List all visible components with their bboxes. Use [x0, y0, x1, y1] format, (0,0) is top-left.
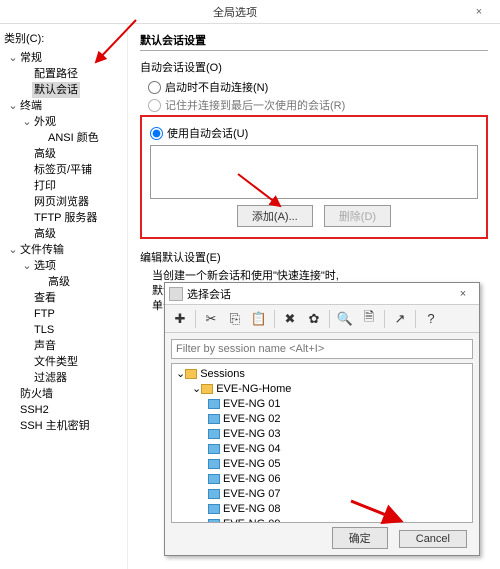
session-icon: [208, 474, 220, 484]
session-item[interactable]: EVE-NG 02: [174, 411, 470, 426]
radio-use-auto-label: 使用自动会话(U): [167, 125, 248, 141]
session-item[interactable]: EVE-NG 01: [174, 396, 470, 411]
edit-default-label: 编辑默认设置(E): [140, 249, 488, 265]
session-icon: [208, 414, 220, 424]
cut-icon[interactable]: ✂: [200, 308, 222, 330]
folder-icon: [201, 384, 213, 394]
sidebar-item[interactable]: ⌄外观: [4, 114, 123, 130]
session-item[interactable]: EVE-NG 04: [174, 441, 470, 456]
sidebar-item[interactable]: 高级: [4, 226, 123, 242]
paste-icon[interactable]: 📋: [248, 308, 270, 330]
sidebar-item[interactable]: ⌄选项: [4, 258, 123, 274]
session-icon: [208, 459, 220, 469]
share-icon[interactable]: ↗: [389, 308, 411, 330]
cancel-button[interactable]: Cancel: [399, 530, 467, 548]
session-icon: [208, 444, 220, 454]
session-icon: [208, 489, 220, 499]
sidebar-item[interactable]: ⌄终端: [4, 98, 123, 114]
sidebar-item[interactable]: TLS: [4, 322, 123, 338]
close-icon[interactable]: ×: [464, 6, 494, 18]
session-item[interactable]: EVE-NG 05: [174, 456, 470, 471]
folder-icon: [185, 369, 197, 379]
delete-icon[interactable]: ✖: [279, 308, 301, 330]
radio-remember[interactable]: [148, 99, 161, 112]
session-item[interactable]: EVE-NG 03: [174, 426, 470, 441]
new-icon[interactable]: ✚: [169, 308, 191, 330]
sidebar-item[interactable]: 查看: [4, 290, 123, 306]
filter-input[interactable]: [171, 339, 473, 359]
sidebar-item[interactable]: 默认会话: [4, 82, 123, 98]
session-item[interactable]: EVE-NG 06: [174, 471, 470, 486]
newfile-icon[interactable]: 🗎: [358, 308, 380, 330]
session-item[interactable]: EVE-NG 09: [174, 516, 470, 523]
session-icon: [208, 429, 220, 439]
sidebar-item[interactable]: ⌄常规: [4, 50, 123, 66]
session-item[interactable]: EVE-NG 08: [174, 501, 470, 516]
auto-session-box: 使用自动会话(U) 添加(A)... 删除(D): [140, 115, 488, 239]
sidebar-item[interactable]: TFTP 服务器: [4, 210, 123, 226]
sidebar-item[interactable]: 高级: [4, 146, 123, 162]
sidebar-item[interactable]: 防火墙: [4, 386, 123, 402]
select-session-dialog: 选择会话 × ✚ ✂ ⎘ 📋 ✖ ✿ 🔍 🗎 ↗ ? ⌄Sessions ⌄EV…: [164, 282, 480, 556]
dialog-title: 选择会话: [187, 286, 451, 302]
session-icon: [208, 519, 220, 524]
sidebar-item[interactable]: 配置路径: [4, 66, 123, 82]
sidebar-item[interactable]: SSH2: [4, 402, 123, 418]
sidebar-item[interactable]: 网页浏览器: [4, 194, 123, 210]
sidebar-item[interactable]: 过滤器: [4, 370, 123, 386]
radio-no-auto[interactable]: [148, 81, 161, 94]
ok-button[interactable]: 确定: [332, 527, 388, 549]
session-tree[interactable]: ⌄Sessions ⌄EVE-NG-Home EVE-NG 01EVE-NG 0…: [171, 363, 473, 523]
radio-use-auto[interactable]: [150, 127, 163, 140]
session-item[interactable]: EVE-NG 07: [174, 486, 470, 501]
sidebar-item[interactable]: 高级: [4, 274, 123, 290]
tree-root[interactable]: Sessions: [200, 368, 245, 380]
dialog-toolbar: ✚ ✂ ⎘ 📋 ✖ ✿ 🔍 🗎 ↗ ?: [165, 305, 479, 333]
category-sidebar: 类别(C): ⌄常规配置路径默认会话⌄终端⌄外观ANSI 颜色高级标签页/平铺打…: [0, 24, 128, 569]
sidebar-item[interactable]: 打印: [4, 178, 123, 194]
sidebar-item[interactable]: ANSI 颜色: [4, 130, 123, 146]
add-button[interactable]: 添加(A)...: [237, 205, 313, 227]
sidebar-item[interactable]: 声音: [4, 338, 123, 354]
radio-remember-label: 记住并连接到最后一次使用的会话(R): [165, 97, 345, 113]
delete-button: 删除(D): [324, 205, 391, 227]
tree-subfolder[interactable]: EVE-NG-Home: [216, 383, 291, 395]
auto-session-label: 自动会话设置(O): [140, 59, 488, 75]
session-icon: [208, 504, 220, 514]
sidebar-item[interactable]: 标签页/平铺: [4, 162, 123, 178]
options-icon[interactable]: ?: [420, 308, 442, 330]
sidebar-item[interactable]: SSH 主机密钥: [4, 418, 123, 434]
sidebar-item[interactable]: 文件类型: [4, 354, 123, 370]
sidebar-item[interactable]: FTP: [4, 306, 123, 322]
dialog-close-icon[interactable]: ×: [451, 288, 475, 300]
dialog-icon: [169, 287, 183, 301]
section-title: 默认会话设置: [140, 32, 488, 51]
session-list[interactable]: [150, 145, 478, 199]
window-title: 全局选项: [6, 4, 464, 20]
category-label: 类别(C):: [4, 30, 123, 46]
properties-icon[interactable]: ✿: [303, 308, 325, 330]
session-icon: [208, 399, 220, 409]
radio-no-auto-label: 启动时不自动连接(N): [165, 79, 268, 95]
sidebar-item[interactable]: ⌄文件传输: [4, 242, 123, 258]
copy-icon[interactable]: ⎘: [224, 308, 246, 330]
find-icon[interactable]: 🔍: [334, 308, 356, 330]
